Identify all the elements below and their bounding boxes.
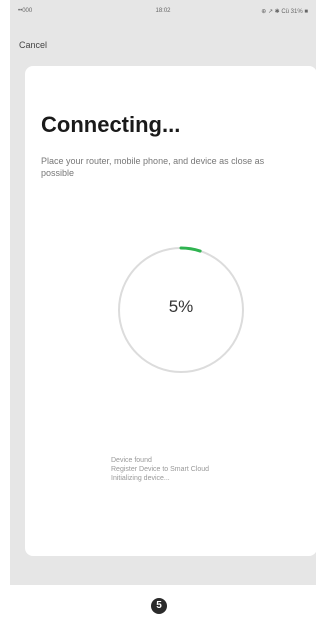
connecting-card: Connecting... Place your router, mobile … — [25, 66, 316, 556]
status-indicators: ⊕ ↗ ✱ Cü 31% ■ — [261, 9, 308, 15]
status-item-device-found: Device found — [111, 457, 152, 464]
cancel-button[interactable]: Cancel — [19, 40, 47, 50]
status-bar: ••000 18:02 ⊕ ↗ ✱ Cü 31% ■ — [10, 0, 316, 22]
instructions-text: Place your router, mobile phone, and dev… — [41, 156, 265, 178]
step-number-badge: 5 — [151, 598, 167, 614]
status-item-initializing: Initializing device... — [111, 475, 170, 482]
progress-percentage: 5% — [168, 297, 194, 316]
phone-screen: ••000 18:02 ⊕ ↗ ✱ Cü 31% ■ Cancel Connec… — [10, 0, 316, 585]
status-item-register-device: Register Device to Smart Cloud — [111, 466, 210, 473]
page-title: Connecting... — [41, 112, 181, 137]
status-list: Device found Register Device to Smart Cl… — [111, 456, 209, 483]
